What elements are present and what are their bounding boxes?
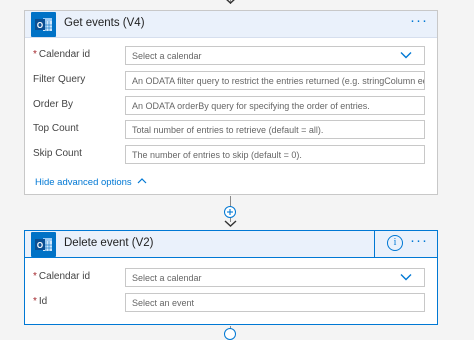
get-events-header[interactable]: O Get events (V4) ··· [25, 11, 437, 38]
delete-calendar-id-label: * Calendar id [33, 271, 91, 282]
add-step-button[interactable] [224, 206, 236, 218]
required-asterisk-icon: * [33, 49, 37, 60]
chevron-down-icon [400, 52, 412, 59]
hide-advanced-options-link[interactable]: Hide advanced options [35, 177, 147, 188]
top-count-input[interactable]: Total number of entries to retrieve (def… [125, 120, 425, 139]
calendar-id-label: * Calendar id [33, 49, 91, 60]
outlook-calendar-icon: O [31, 12, 56, 37]
order-by-label: Order By [33, 99, 74, 110]
skip-count-label: Skip Count [33, 148, 82, 159]
info-icon[interactable]: i [387, 235, 403, 251]
get-events-title: Get events (V4) [64, 17, 145, 29]
svg-text:O: O [37, 241, 43, 250]
middle-connector-arrow-icon [224, 220, 237, 227]
required-asterisk-icon: * [33, 296, 37, 307]
svg-text:O: O [37, 21, 43, 30]
delete-calendar-id-placeholder: Select a calendar [132, 273, 202, 283]
plus-icon [227, 209, 233, 215]
delete-calendar-id-dropdown[interactable]: Select a calendar [125, 268, 425, 287]
outlook-calendar-icon: O [31, 232, 56, 257]
calendar-id-dropdown[interactable]: Select a calendar [125, 46, 425, 65]
delete-event-header[interactable]: O Delete event (V2) i ··· [25, 231, 437, 258]
event-id-label: * Id [33, 296, 48, 307]
chevron-up-icon [137, 178, 147, 184]
delete-event-card[interactable]: O Delete event (V2) i ··· * Calendar id S… [24, 230, 438, 325]
get-events-more-button[interactable]: ··· [409, 13, 429, 33]
order-by-input[interactable]: An ODATA orderBy query for specifying th… [125, 96, 425, 115]
filter-query-input[interactable]: An ODATA filter query to restrict the en… [125, 71, 425, 90]
header-divider [374, 231, 375, 257]
top-connector-arrow-icon [226, 0, 235, 4]
add-step-button-bottom[interactable] [224, 328, 236, 340]
calendar-id-placeholder: Select a calendar [132, 51, 202, 61]
required-asterisk-icon: * [33, 271, 37, 282]
event-id-input[interactable]: Select an event [125, 293, 425, 312]
delete-event-title: Delete event (V2) [64, 237, 154, 249]
chevron-down-icon [400, 274, 412, 281]
top-count-label: Top Count [33, 123, 79, 134]
skip-count-input[interactable]: The number of entries to skip (default =… [125, 145, 425, 164]
delete-event-more-button[interactable]: ··· [409, 233, 429, 253]
filter-query-label: Filter Query [33, 74, 86, 85]
get-events-card[interactable]: O Get events (V4) ··· * Calendar id Selec… [24, 10, 438, 195]
